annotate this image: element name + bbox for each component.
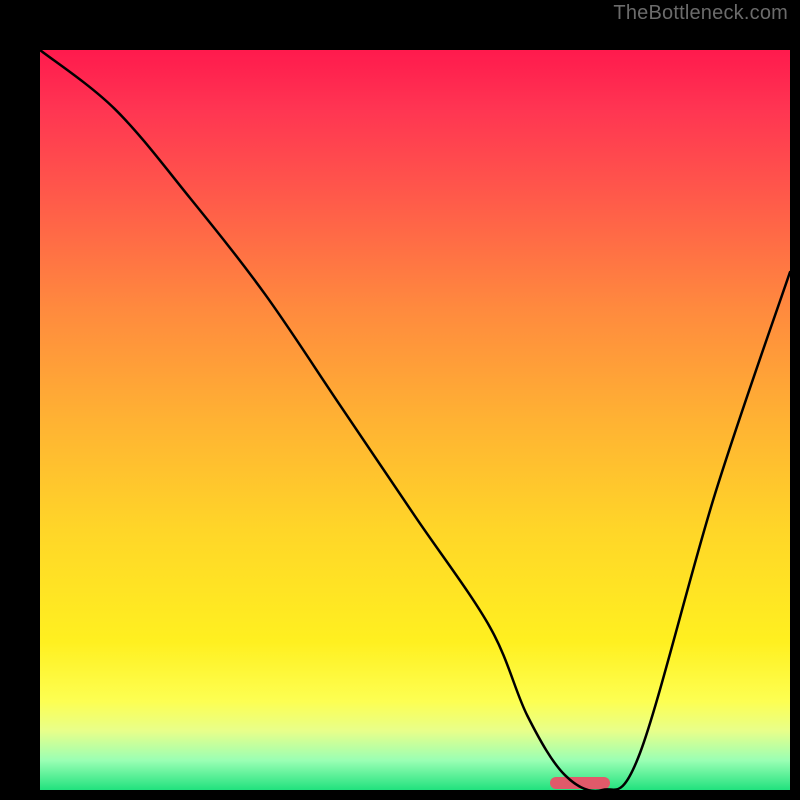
watermark-text: TheBottleneck.com xyxy=(613,2,788,25)
plot-area xyxy=(40,50,790,790)
chart-frame xyxy=(10,25,790,790)
curve-line xyxy=(40,50,790,790)
curve-path xyxy=(40,50,790,790)
